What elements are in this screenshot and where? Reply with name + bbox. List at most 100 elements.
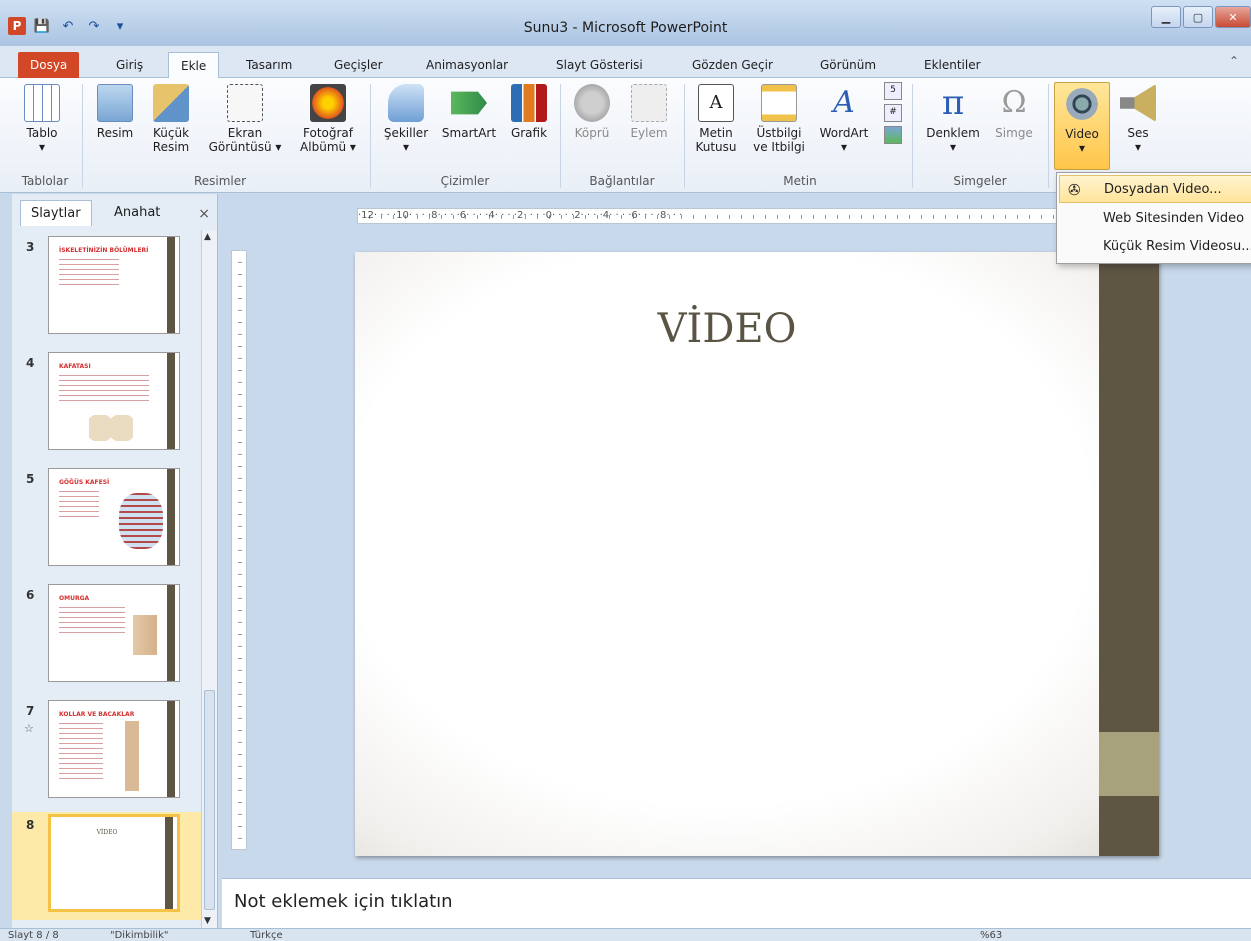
- thumbnail-text: [59, 723, 103, 779]
- scroll-down-icon[interactable]: ▼: [204, 916, 211, 926]
- ribbon-tabs: Dosya Giriş Ekle Tasarım Geçişler Animas…: [0, 46, 1251, 78]
- group-tablolar: Tablolar: [21, 174, 69, 188]
- slide-number: 3: [26, 240, 35, 254]
- picture-icon: [97, 84, 133, 122]
- slide-number: 7: [26, 704, 35, 718]
- slide-panel: Slaytlar Anahat × 3 İSKELETİNİZİN BÖLÜML…: [12, 194, 218, 928]
- ekran-goruntusu-button[interactable]: Ekran Görüntüsü ▾: [204, 82, 286, 154]
- tab-giris[interactable]: Giriş: [104, 52, 155, 78]
- vertical-ruler[interactable]: [231, 250, 247, 850]
- tablo-button[interactable]: Tablo ▾: [20, 82, 64, 154]
- slide-thumbnail-8[interactable]: 8 VİDEO: [12, 812, 202, 920]
- kopru-button[interactable]: Köprü: [566, 82, 618, 140]
- spine-image: [133, 615, 157, 655]
- tab-dosya[interactable]: Dosya: [18, 52, 80, 78]
- group-separator: [560, 84, 561, 188]
- ribcage-image: [119, 493, 163, 549]
- grafik-button[interactable]: Grafik: [504, 82, 554, 140]
- equation-pi-icon: π: [941, 83, 965, 123]
- video-button[interactable]: Video ▾: [1054, 82, 1110, 170]
- clipart-icon: [153, 84, 189, 122]
- smartart-button[interactable]: SmartArt: [436, 82, 502, 140]
- slide-number: 8: [26, 818, 35, 832]
- thumbnail: İSKELETİNİZİN BÖLÜMLERİ: [48, 236, 180, 334]
- tab-anahat[interactable]: Anahat: [104, 200, 170, 226]
- group-separator: [82, 84, 83, 188]
- tab-tasarim[interactable]: Tasarım: [234, 52, 304, 78]
- scrollbar-thumb[interactable]: [204, 690, 215, 910]
- tab-gorunum[interactable]: Görünüm: [808, 52, 888, 78]
- tab-slayt-gosterisi[interactable]: Slayt Gösterisi: [544, 52, 655, 78]
- tab-eklentiler[interactable]: Eklentiler: [912, 52, 993, 78]
- skull-image: [89, 415, 133, 441]
- thumbnail-title: İSKELETİNİZİN BÖLÜMLERİ: [59, 247, 149, 254]
- ribbon-minimize-icon[interactable]: ⌃: [1229, 54, 1239, 68]
- group-separator: [370, 84, 371, 188]
- thumbnail: KAFATASI: [48, 352, 180, 450]
- video-dropdown-menu: ✇ Dosyadan Video... Web Sitesinden Video…: [1056, 172, 1251, 264]
- notes-placeholder: Not eklemek için tıklatın: [234, 891, 453, 912]
- date-time-icon[interactable]: 5: [884, 82, 902, 100]
- ustbilgi-button[interactable]: Üstbilgi ve Itbilgi: [746, 82, 812, 154]
- group-metin: Metin: [783, 174, 817, 188]
- tab-ekle[interactable]: Ekle: [168, 52, 220, 78]
- group-baglantilar: Bağlantılar: [589, 174, 655, 188]
- slide-thumbnail-6[interactable]: 6 OMURGA: [12, 582, 202, 686]
- minimize-button[interactable]: ▁: [1151, 6, 1181, 28]
- textbox-icon: A: [698, 84, 734, 122]
- menu-item-kucuk-resim-videosu[interactable]: Küçük Resim Videosu...: [1059, 233, 1251, 261]
- object-icon[interactable]: [884, 126, 902, 144]
- slide-number-icon[interactable]: #: [884, 104, 902, 122]
- kucuk-resim-button[interactable]: Küçük Resim: [146, 82, 196, 154]
- slide-thumbnail-7[interactable]: 7 ☆ KOLLAR VE BACAKLAR: [12, 698, 202, 802]
- thumbnail-stripe: [165, 817, 173, 909]
- slide-number: 6: [26, 588, 35, 602]
- group-simgeler: Simgeler: [953, 174, 1007, 188]
- panel-scrollbar[interactable]: ▲ ▼: [201, 230, 217, 928]
- slide-canvas[interactable]: VİDEO: [355, 252, 1159, 856]
- slide-accent-block: [1099, 732, 1159, 796]
- status-zoom[interactable]: %63: [980, 929, 1002, 941]
- panel-tabs: Slaytlar Anahat ×: [12, 194, 218, 230]
- maximize-button[interactable]: ▢: [1183, 6, 1213, 28]
- tab-gozden-gecir[interactable]: Gözden Geçir: [680, 52, 785, 78]
- notes-pane[interactable]: Not eklemek için tıklatın: [222, 878, 1251, 928]
- action-icon: [631, 84, 667, 122]
- wordart-button[interactable]: A WordArt ▾: [814, 82, 874, 154]
- tab-gecisler[interactable]: Geçişler: [322, 52, 395, 78]
- menu-item-dosyadan-video[interactable]: ✇ Dosyadan Video...: [1059, 175, 1251, 203]
- fotograf-albumu-button[interactable]: Fotoğraf Albümü ▾: [290, 82, 366, 154]
- thumbnail: KOLLAR VE BACAKLAR: [48, 700, 180, 798]
- eylem-button[interactable]: Eylem: [624, 82, 674, 140]
- slide-editor: ·12· · · ·10· · · ·8· · · ·6· · · ·4· · …: [219, 194, 1251, 879]
- menu-item-web-sitesinden-video[interactable]: Web Sitesinden Video: [1059, 205, 1251, 233]
- slide-thumbnail-3[interactable]: 3 İSKELETİNİZİN BÖLÜMLERİ: [12, 234, 202, 338]
- group-cizimler: Çizimler: [440, 174, 490, 188]
- close-button[interactable]: ✕: [1215, 6, 1251, 28]
- denklem-button[interactable]: π Denklem ▾: [918, 82, 988, 154]
- close-icon[interactable]: ×: [198, 206, 210, 222]
- group-separator: [1048, 84, 1049, 188]
- smartart-icon: [451, 91, 487, 115]
- slide-thumbnail-4[interactable]: 4 KAFATASI: [12, 350, 202, 454]
- metin-kutusu-button[interactable]: A Metin Kutusu: [690, 82, 742, 154]
- table-icon: [24, 84, 60, 122]
- slide-number: 5: [26, 472, 35, 486]
- thumbnail: GÖĞÜS KAFESİ: [48, 468, 180, 566]
- ses-button[interactable]: Ses ▾: [1116, 82, 1160, 154]
- slide-thumbnail-5[interactable]: 5 GÖĞÜS KAFESİ: [12, 466, 202, 570]
- thumbnail-title: KAFATASI: [59, 363, 91, 370]
- slide-title[interactable]: VİDEO: [355, 306, 1099, 352]
- simge-button[interactable]: Ω Simge: [986, 82, 1042, 140]
- scroll-up-icon[interactable]: ▲: [204, 232, 211, 242]
- animation-star-icon: ☆: [24, 722, 34, 735]
- sekiller-button[interactable]: Şekiller ▾: [376, 82, 436, 154]
- resim-button[interactable]: Resim: [90, 82, 140, 140]
- text-extras-buttons[interactable]: 5 #: [880, 82, 906, 144]
- thumbnail-stripe: [167, 469, 175, 565]
- status-language[interactable]: Türkçe: [250, 929, 283, 941]
- thumbnail-stripe: [167, 701, 175, 797]
- film-reel-icon: ✇: [1068, 181, 1081, 199]
- tab-animasyonlar[interactable]: Animasyonlar: [414, 52, 520, 78]
- tab-slaytlar[interactable]: Slaytlar: [20, 200, 92, 226]
